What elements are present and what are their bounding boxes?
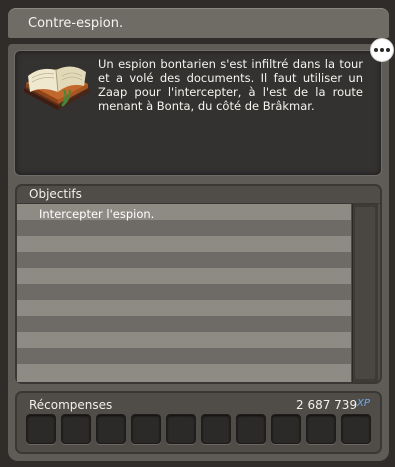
objective-row (17, 236, 351, 252)
objective-row (17, 220, 351, 236)
rewards-xp-value: 2 687 739 (296, 398, 358, 412)
reward-slot[interactable] (236, 414, 266, 444)
objective-row (17, 300, 351, 316)
objective-row (17, 268, 351, 284)
reward-slot[interactable] (131, 414, 161, 444)
reward-slot[interactable] (166, 414, 196, 444)
reward-slot[interactable] (61, 414, 91, 444)
objective-row (17, 316, 351, 332)
objective-row (17, 332, 351, 348)
objective-row (17, 364, 351, 382)
objectives-scroll-track[interactable] (355, 207, 375, 379)
quest-title: Contre-espion. (28, 16, 124, 31)
reward-slot[interactable] (271, 414, 301, 444)
reward-slot[interactable] (26, 414, 56, 444)
quest-book-icon (24, 66, 90, 110)
objective-item: Intercepter l'espion. (39, 207, 155, 221)
reward-slot[interactable] (341, 414, 371, 444)
speech-bubble-icon[interactable] (370, 38, 394, 62)
reward-slot[interactable] (306, 414, 336, 444)
objective-row (17, 348, 351, 364)
reward-slot[interactable] (201, 414, 231, 444)
quest-description: Un espion bontarien s'est infiltré dans … (98, 57, 363, 113)
xp-label: XP (357, 398, 370, 409)
reward-slot[interactable] (96, 414, 126, 444)
objectives-label: Objectifs (29, 187, 82, 201)
objective-row (17, 284, 351, 300)
objective-row (17, 252, 351, 268)
rewards-label: Récompenses (29, 398, 113, 412)
